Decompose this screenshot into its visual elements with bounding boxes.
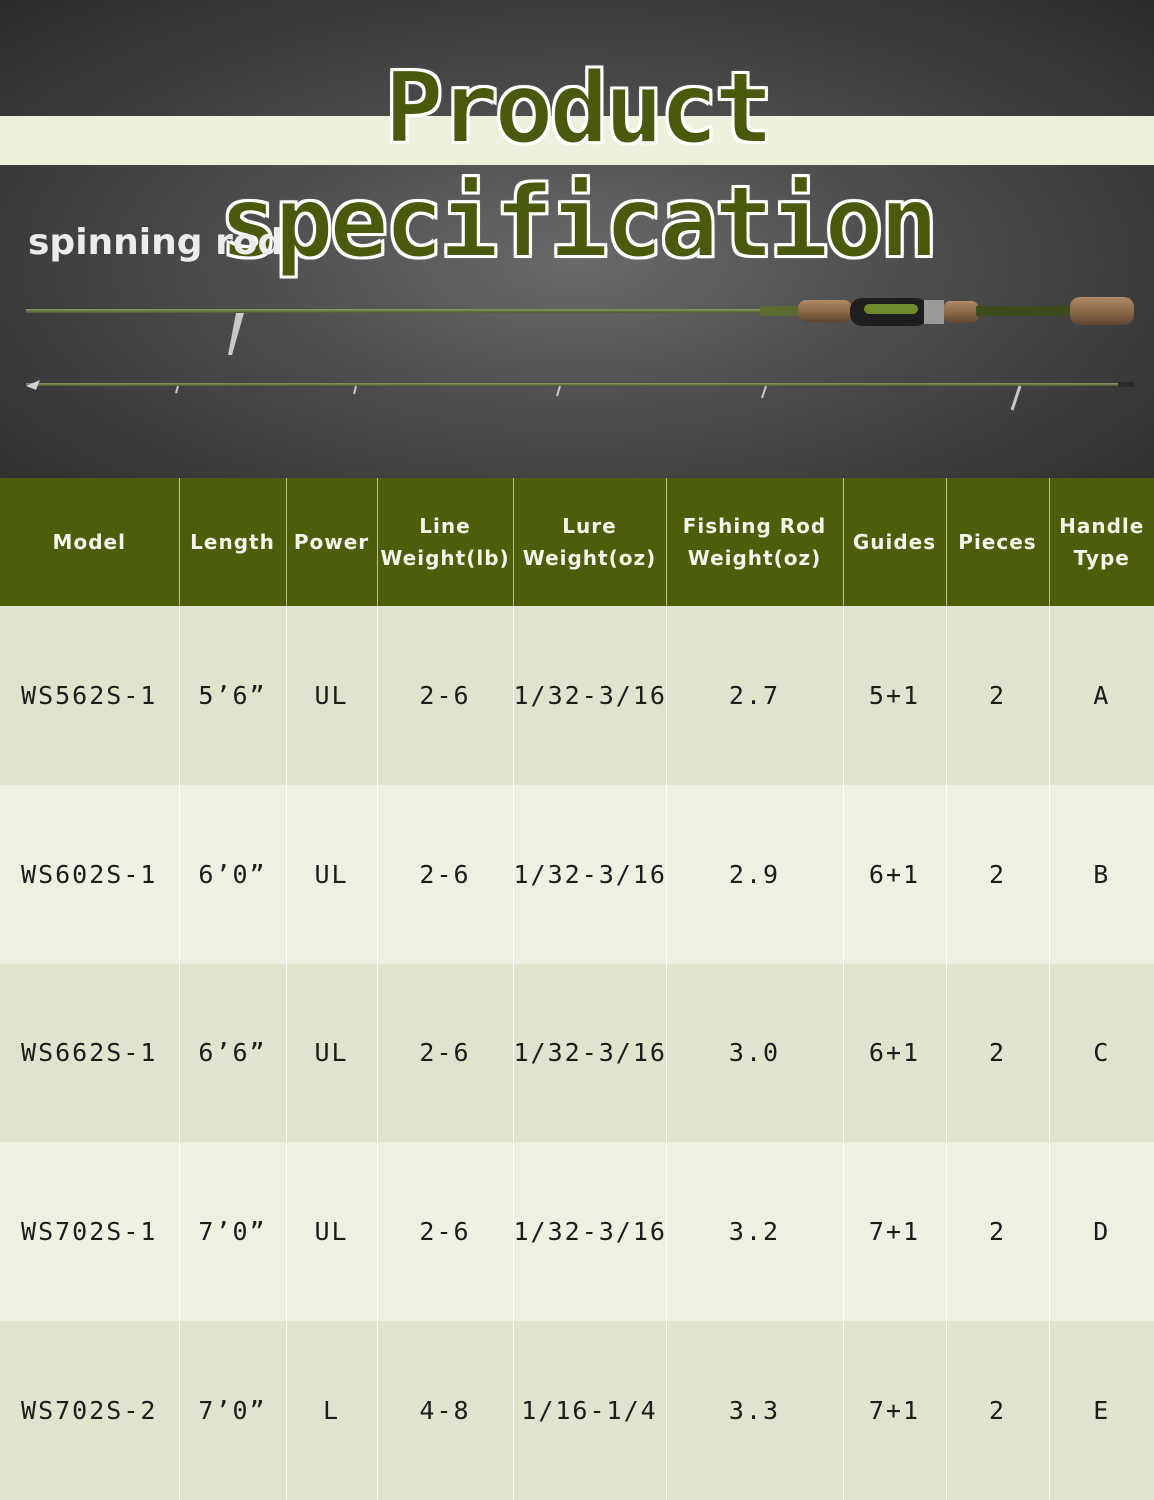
header-guides: Guides [843,478,947,606]
fore-grip [798,300,852,322]
header-label: Handle [1059,514,1145,538]
table-row: WS662S-1 6’6” UL 2-6 1/32-3/16 3.0 6+1 2… [0,963,1154,1143]
header-label: Type [1073,546,1130,570]
rod-tip-blank [26,383,1134,386]
specification-table: Model Length Power Line Weight(lb) Lure We… [0,478,1154,1500]
cell-model: WS702S-1 [0,1142,180,1322]
rod-butt-blank [26,309,806,313]
cell-lure-weight: 1/32-3/16 [513,1142,667,1322]
header-label: Weight(lb) [380,546,510,570]
header-handle-type: Handle Type [1049,478,1154,606]
cell-handle-type: A [1049,606,1154,785]
cell-handle-type: B [1049,784,1154,964]
header-pieces: Pieces [946,478,1050,606]
cell-rod-weight: 2.9 [666,784,844,964]
header-rod-weight: Fishing Rod Weight(oz) [666,478,844,606]
hook-keeper [228,313,244,355]
cell-line-weight: 4-8 [377,1321,514,1500]
header-length: Length [179,478,287,606]
cell-length: 7’0” [179,1142,287,1322]
cell-pieces: 2 [946,1321,1050,1500]
cell-pieces: 2 [946,606,1050,785]
header-label: Weight(oz) [522,546,657,570]
table-header-row: Model Length Power Line Weight(lb) Lure We… [0,478,1154,606]
table-row: WS602S-1 6’0” UL 2-6 1/32-3/16 2.9 6+1 2… [0,784,1154,964]
fishing-rod-image [26,297,1134,411]
cell-line-weight: 2-6 [377,784,514,964]
cell-lure-weight: 1/32-3/16 [513,784,667,964]
cell-power: UL [286,1142,378,1322]
cell-length: 7’0” [179,1321,287,1500]
cell-length: 6’0” [179,784,287,964]
cell-rod-weight: 3.3 [666,1321,844,1500]
header-label: Line [419,514,471,538]
cell-length: 5’6” [179,606,287,785]
header-label: Pieces [958,530,1037,554]
cell-rod-weight: 3.2 [666,1142,844,1322]
cell-handle-type: E [1049,1321,1154,1500]
header-label: Weight(oz) [687,546,822,570]
header-label: Lure [562,514,617,538]
cell-guides: 7+1 [843,1321,947,1500]
cell-power: UL [286,784,378,964]
cell-rod-weight: 2.7 [666,606,844,785]
cell-length: 6’6” [179,963,287,1143]
cell-model: WS602S-1 [0,784,180,964]
cell-power: UL [286,606,378,785]
header-power: Power [286,478,378,606]
cell-guides: 6+1 [843,963,947,1143]
table-row: WS562S-1 5’6” UL 2-6 1/32-3/16 2.7 5+1 2… [0,606,1154,785]
cell-line-weight: 2-6 [377,606,514,785]
cell-handle-type: D [1049,1142,1154,1322]
header-label: Length [190,530,275,554]
header-lure-weight: Lure Weight(oz) [513,478,667,606]
cell-line-weight: 2-6 [377,1142,514,1322]
header-label: Guides [852,530,937,554]
table-row: WS702S-1 7’0” UL 2-6 1/32-3/16 3.2 7+1 2… [0,1142,1154,1322]
cell-lure-weight: 1/16-1/4 [513,1321,667,1500]
cell-lure-weight: 1/32-3/16 [513,963,667,1143]
hero-banner: Product specification spinning rod [0,0,1154,478]
cell-guides: 7+1 [843,1142,947,1322]
cell-power: L [286,1321,378,1500]
cell-power: UL [286,963,378,1143]
cell-model: WS702S-2 [0,1321,180,1500]
table-row: WS702S-2 7’0” L 4-8 1/16-1/4 3.3 7+1 2 E [0,1321,1154,1500]
header-label: Model [52,530,126,554]
cell-model: WS562S-1 [0,606,180,785]
cell-lure-weight: 1/32-3/16 [513,606,667,785]
cell-pieces: 2 [946,784,1050,964]
cell-pieces: 2 [946,1142,1050,1322]
cell-guides: 5+1 [843,606,947,785]
cell-line-weight: 2-6 [377,963,514,1143]
cell-model: WS662S-1 [0,963,180,1143]
rear-grip [1070,297,1134,325]
header-model: Model [0,478,180,606]
header-label: Fishing Rod [682,514,827,538]
cell-pieces: 2 [946,963,1050,1143]
product-subtitle: spinning rod [28,222,284,263]
header-line-weight: Line Weight(lb) [377,478,514,606]
header-label: Power [293,530,370,554]
cell-guides: 6+1 [843,784,947,964]
cell-handle-type: C [1049,963,1154,1143]
cell-rod-weight: 3.0 [666,963,844,1143]
